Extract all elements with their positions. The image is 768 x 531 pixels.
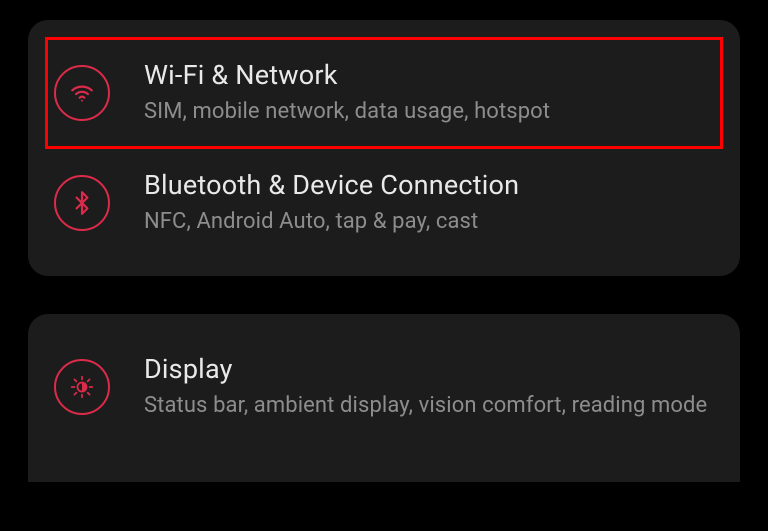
- settings-group: Wi-Fi & Network SIM, mobile network, dat…: [28, 20, 740, 276]
- settings-item-bluetooth[interactable]: Bluetooth & Device Connection NFC, Andro…: [28, 148, 740, 258]
- settings-item-title: Display: [144, 353, 714, 385]
- settings-item-text: Wi-Fi & Network SIM, mobile network, dat…: [144, 59, 714, 127]
- settings-item-subtitle: SIM, mobile network, data usage, hotspot: [144, 97, 714, 127]
- settings-item-text: Display Status bar, ambient display, vis…: [144, 353, 714, 421]
- settings-item-wifi-network[interactable]: Wi-Fi & Network SIM, mobile network, dat…: [46, 38, 722, 148]
- settings-item-subtitle: Status bar, ambient display, vision comf…: [144, 391, 714, 421]
- settings-item-title: Wi-Fi & Network: [144, 59, 714, 91]
- settings-item-text: Bluetooth & Device Connection NFC, Andro…: [144, 169, 714, 237]
- bluetooth-icon: [54, 175, 110, 231]
- wifi-icon: [54, 65, 110, 121]
- settings-page: Wi-Fi & Network SIM, mobile network, dat…: [0, 0, 768, 482]
- settings-item-display[interactable]: Display Status bar, ambient display, vis…: [28, 332, 740, 442]
- display-icon: [54, 359, 110, 415]
- settings-item-subtitle: NFC, Android Auto, tap & pay, cast: [144, 207, 714, 237]
- settings-item-title: Bluetooth & Device Connection: [144, 169, 714, 201]
- settings-group: Display Status bar, ambient display, vis…: [28, 314, 740, 482]
